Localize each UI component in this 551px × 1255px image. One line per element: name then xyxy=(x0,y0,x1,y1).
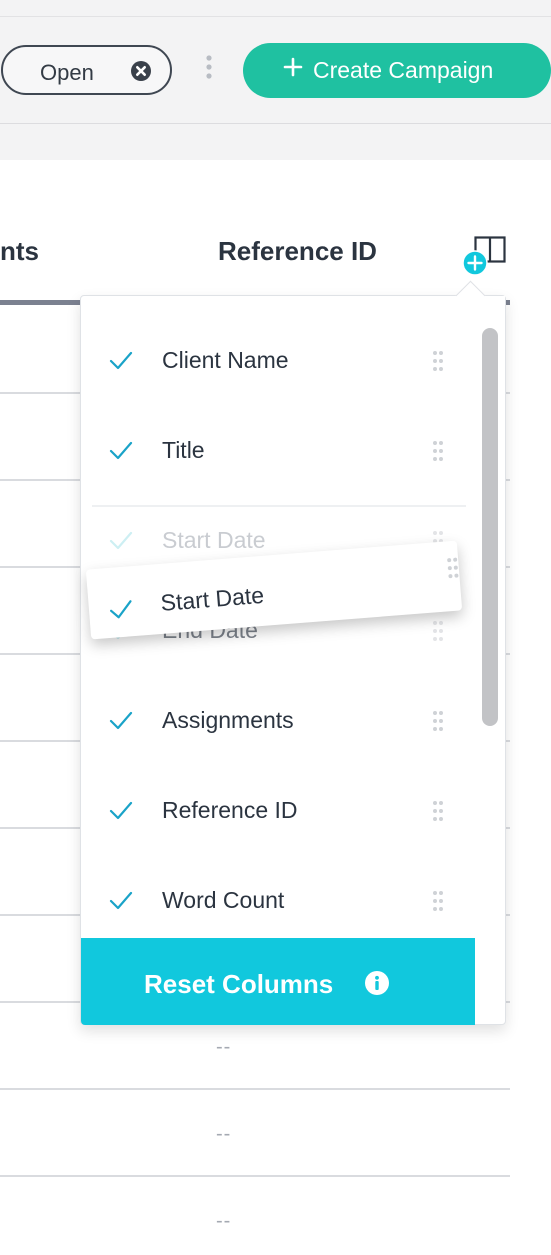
column-header-assignments[interactable]: nts xyxy=(0,236,39,267)
check-icon[interactable] xyxy=(109,440,133,460)
drag-handle-icon[interactable] xyxy=(446,556,460,579)
toolbar-divider xyxy=(0,123,551,124)
column-option-label: Word Count xyxy=(162,887,285,913)
column-option-assignments[interactable]: Assignments xyxy=(80,675,470,765)
column-option-label: Title xyxy=(162,437,205,463)
drag-handle-icon[interactable] xyxy=(432,350,444,372)
close-circle-icon[interactable] xyxy=(131,61,151,81)
toolbar-top-divider xyxy=(0,16,551,17)
column-option-label: Start Date xyxy=(162,527,266,553)
column-option-word-count[interactable]: Word Count xyxy=(80,855,470,945)
status-filter-chip[interactable]: Open xyxy=(1,45,172,95)
reset-columns-button[interactable]: Reset Columns xyxy=(81,938,475,1025)
drag-handle-icon[interactable] xyxy=(432,800,444,822)
column-option-reference-id[interactable]: Reference ID xyxy=(80,765,470,855)
column-option-label: Client Name xyxy=(162,347,289,373)
check-icon[interactable] xyxy=(109,350,133,370)
reference-id-cell: -- xyxy=(216,1123,232,1145)
vertical-ellipsis-icon[interactable] xyxy=(204,54,214,82)
info-icon[interactable] xyxy=(365,971,389,995)
scrollbar-thumb[interactable] xyxy=(482,328,498,726)
reference-id-cell: -- xyxy=(216,1210,232,1232)
table-row-divider xyxy=(0,1175,510,1177)
check-icon[interactable] xyxy=(109,710,133,730)
plus-circle-icon[interactable] xyxy=(462,250,488,276)
column-header-reference-id[interactable]: Reference ID xyxy=(218,236,377,267)
table-row-divider xyxy=(0,1088,510,1090)
check-icon[interactable] xyxy=(109,800,133,820)
column-option-label: Assignments xyxy=(162,707,294,733)
check-icon[interactable] xyxy=(109,890,133,910)
plus-icon xyxy=(283,57,303,77)
column-option-client-name[interactable]: Client Name xyxy=(80,315,470,405)
reset-columns-label: Reset Columns xyxy=(144,969,334,999)
check-icon[interactable] xyxy=(108,598,133,620)
column-option-title[interactable]: Title xyxy=(80,405,470,495)
create-campaign-button[interactable]: Create Campaign xyxy=(243,43,551,98)
column-option-label: Reference ID xyxy=(162,797,298,823)
drag-handle-icon[interactable] xyxy=(432,440,444,462)
reference-id-cell: -- xyxy=(216,1036,232,1058)
drag-handle-icon[interactable] xyxy=(432,620,444,642)
create-campaign-label: Create Campaign xyxy=(313,57,494,83)
check-icon[interactable] xyxy=(109,530,133,550)
filter-chip-label: Open xyxy=(40,60,94,85)
drag-handle-icon[interactable] xyxy=(432,890,444,912)
dragging-column-label: Start Date xyxy=(159,581,265,616)
drag-handle-icon[interactable] xyxy=(432,710,444,732)
